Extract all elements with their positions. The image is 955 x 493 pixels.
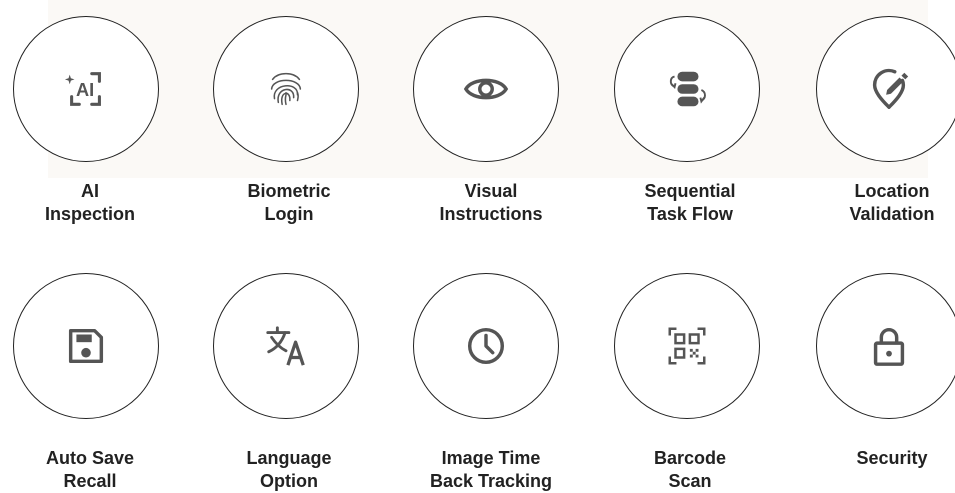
- feature-label: Image Time Back Tracking: [401, 447, 581, 493]
- feature-label-line2: Login: [264, 204, 314, 224]
- feature-label-line1: Security: [856, 448, 928, 468]
- feature-circle: [614, 273, 760, 419]
- feature-circle: [413, 16, 559, 162]
- feature-label-line1: AI: [81, 181, 99, 201]
- feature-circle: [213, 16, 359, 162]
- fingerprint-icon: [270, 72, 302, 106]
- feature-label: Biometric Login: [199, 180, 379, 226]
- feature-circle: AI: [13, 16, 159, 162]
- location-pin-edit-icon: [872, 68, 909, 109]
- feature-circle: [13, 273, 159, 419]
- feature-label-line2: Inspection: [44, 204, 135, 224]
- feature-label-line1: Location: [854, 181, 930, 201]
- feature-label-line2: Instructions: [439, 204, 543, 224]
- feature-label-line2: Back Tracking: [429, 471, 553, 491]
- feature-label: Sequential Task Flow: [600, 180, 780, 226]
- feature-label-line1: Language: [246, 448, 332, 468]
- svg-text:AI: AI: [76, 80, 94, 100]
- feature-label: Barcode Scan: [600, 447, 780, 493]
- floppy-disk-icon: [68, 328, 104, 364]
- sequential-flow-icon: [669, 71, 706, 107]
- feature-label-line2: Validation: [849, 204, 935, 224]
- feature-circle: [816, 16, 955, 162]
- feature-label-line1: Auto Save: [45, 448, 135, 468]
- feature-label: Location Validation: [802, 180, 955, 226]
- ai-sparkle-icon: AI: [64, 72, 101, 106]
- feature-label-line2: Recall: [63, 471, 117, 491]
- feature-circle: [816, 273, 955, 419]
- feature-label-line1: Sequential: [644, 181, 736, 201]
- feature-label-line2: Task Flow: [647, 204, 733, 224]
- feature-label: Security: [802, 447, 955, 470]
- feature-label-line1: Barcode: [653, 448, 727, 468]
- eye-icon: [463, 78, 509, 100]
- feature-circle: [413, 273, 559, 419]
- feature-label-line2: Option: [260, 471, 318, 491]
- feature-label: Visual Instructions: [401, 180, 581, 226]
- feature-label: AI Inspection: [0, 180, 180, 226]
- feature-label: Auto Save Recall: [0, 447, 180, 493]
- translate-icon: [266, 326, 305, 366]
- feature-label-line1: Visual: [464, 181, 518, 201]
- feature-label-line1: Biometric: [247, 181, 331, 201]
- clock-icon: [467, 327, 505, 365]
- feature-label-line2: Scan: [668, 471, 712, 491]
- lock-icon: [873, 328, 905, 366]
- feature-circle: [213, 273, 359, 419]
- feature-label-line1: Image Time: [441, 448, 541, 468]
- feature-label: Language Option: [199, 447, 379, 493]
- feature-circle: [614, 16, 760, 162]
- barcode-scan-icon: [668, 327, 706, 365]
